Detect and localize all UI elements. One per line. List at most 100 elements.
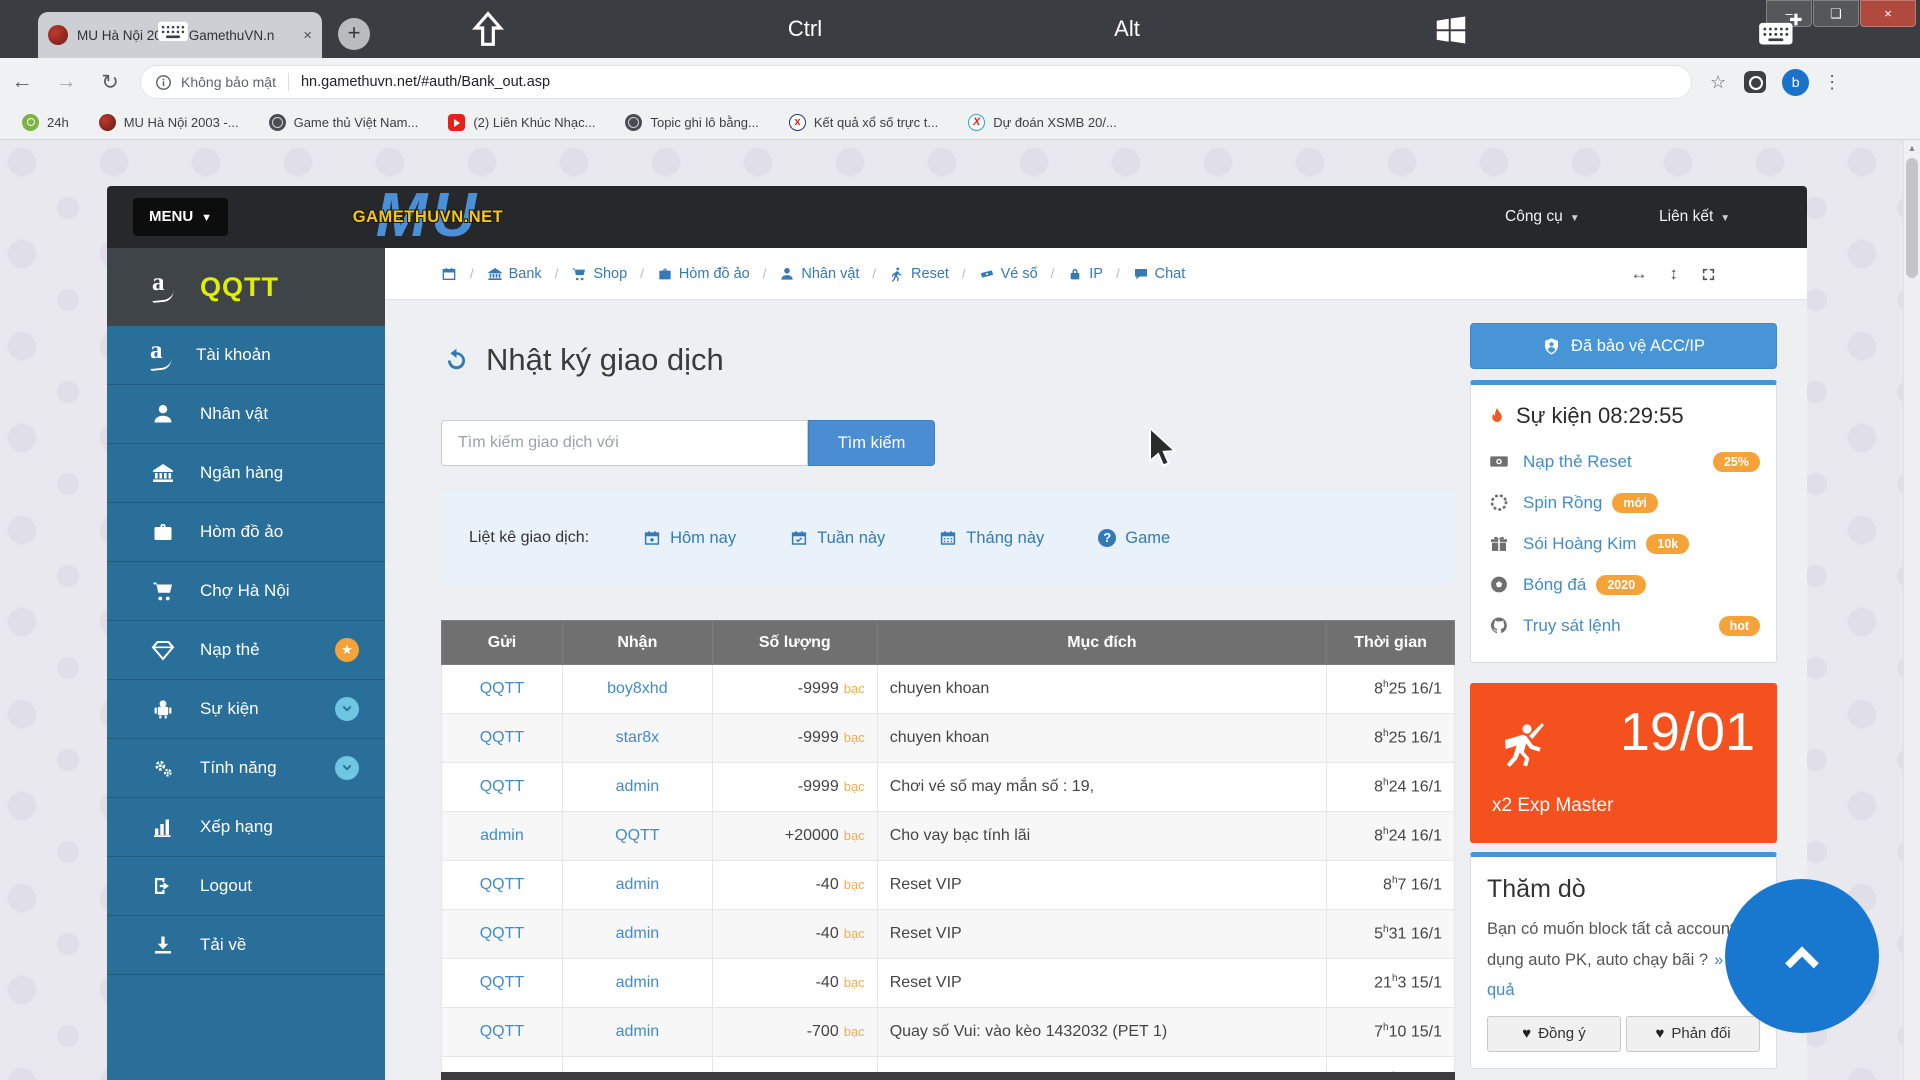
event-badge: 2020 xyxy=(1596,575,1646,595)
poll-disagree-button[interactable]: ♥Phản đối xyxy=(1626,1016,1760,1052)
sidebar-user: a QQTT xyxy=(107,248,385,326)
event-link[interactable]: Truy sát lệnh xyxy=(1523,616,1621,636)
bookmark-item[interactable]: MU Hà Nội 2003 -... xyxy=(99,114,239,131)
breadcrumb-hòm-đồ-ảo[interactable]: Hòm đồ ảo xyxy=(657,266,750,282)
receiver-link[interactable]: admin xyxy=(616,876,660,893)
breadcrumb-bank[interactable]: Bank xyxy=(487,266,542,282)
breadcrumb-vé-số[interactable]: Vé số xyxy=(979,266,1038,282)
heart-icon: ♥ xyxy=(1522,1025,1531,1042)
currency-unit: bạc xyxy=(844,779,865,794)
breadcrumb-reset[interactable]: Reset xyxy=(889,266,949,282)
sidebar-item-logout[interactable]: Logout xyxy=(107,857,385,916)
event-item: Truy sát lệnhhot xyxy=(1487,605,1760,646)
fav-clock-icon xyxy=(22,114,39,131)
browser-menu-icon[interactable]: ⋮ xyxy=(1823,72,1841,93)
sidebar-item-label: Nạp thẻ xyxy=(200,640,260,660)
protect-acc-ip-button[interactable]: Đã bảo vệ ACC/IP xyxy=(1470,323,1777,369)
search-input[interactable] xyxy=(441,420,808,466)
site-logo[interactable]: MU GAMETHUVN.NET xyxy=(333,186,523,248)
scroll-to-top-button[interactable] xyxy=(1725,879,1879,1033)
receiver-link[interactable]: admin xyxy=(616,778,660,795)
search-button[interactable]: Tìm kiếm xyxy=(808,420,935,466)
new-tab-button[interactable]: + xyxy=(338,18,370,50)
breadcrumb-nhân-vật[interactable]: Nhân vật xyxy=(779,266,859,282)
reload-button[interactable]: ↻ xyxy=(88,70,132,95)
arrows-vertical-icon[interactable]: ↕ xyxy=(1670,264,1679,284)
sender-link[interactable]: QQTT xyxy=(480,974,524,991)
bottom-dark-bar xyxy=(441,1072,1455,1080)
sidebar-item-nhân-vật[interactable]: Nhân vật xyxy=(107,385,385,444)
page-scrollbar[interactable]: ▲ xyxy=(1903,140,1920,1080)
sender-link[interactable]: admin xyxy=(480,827,524,844)
bookmark-item[interactable]: xKết quả xổ số trực t... xyxy=(789,114,938,131)
event-link[interactable]: Nạp thẻ Reset xyxy=(1523,452,1632,472)
amount-cell: +20000bạc xyxy=(712,812,877,861)
sidebar-item-ngân-hàng[interactable]: Ngân hàng xyxy=(107,444,385,503)
sidebar-item-sự-kiện[interactable]: Sự kiện xyxy=(107,680,385,739)
event-link[interactable]: Bóng đá xyxy=(1523,575,1586,595)
breadcrumb-ip[interactable]: IP xyxy=(1067,266,1103,282)
bookmark-item[interactable]: (2) Liên Khúc Nhạc... xyxy=(448,114,595,131)
receiver-link[interactable]: boy8xhd xyxy=(607,680,668,697)
arrows-horizontal-icon[interactable]: ↔ xyxy=(1631,264,1648,284)
filter-tuần-này[interactable]: Tuần này xyxy=(790,529,885,548)
breadcrumb-shop[interactable]: Shop xyxy=(571,266,627,282)
fullscreen-icon[interactable] xyxy=(1700,266,1717,283)
poll-agree-button[interactable]: ♥Đồng ý xyxy=(1487,1016,1621,1052)
receiver-link[interactable]: admin xyxy=(616,925,660,942)
maximize-button[interactable]: ❏ xyxy=(1813,0,1859,27)
breadcrumb-home[interactable] xyxy=(441,266,457,282)
spinner-icon xyxy=(1487,492,1511,513)
extension-icon[interactable] xyxy=(1744,71,1766,93)
briefcase-icon xyxy=(150,520,176,544)
promo-banner[interactable]: 19/01 x2 Exp Master xyxy=(1470,683,1777,843)
sender-link[interactable]: QQTT xyxy=(480,1023,524,1040)
address-bar[interactable]: Không bảo mật hn.gamethuvn.net/#auth/Ban… xyxy=(140,65,1692,99)
scrollbar-up-arrow[interactable]: ▲ xyxy=(1904,143,1920,153)
tab-close-icon[interactable]: × xyxy=(303,27,312,44)
breadcrumb-chat[interactable]: Chat xyxy=(1133,266,1186,282)
links-menu[interactable]: Liên kết▼ xyxy=(1659,186,1730,248)
breadcrumb-label: Vé số xyxy=(1001,266,1038,282)
receiver-link[interactable]: QQTT xyxy=(615,827,659,844)
bookmarks-bar: 24h MU Hà Nội 2003 -... Game thủ Việt Nam.… xyxy=(0,106,1920,140)
sidebar-item-xếp-hạng[interactable]: Xếp hạng xyxy=(107,798,385,857)
tools-menu[interactable]: Công cụ▼ xyxy=(1505,186,1580,248)
close-button[interactable]: × xyxy=(1860,0,1916,27)
bank-icon xyxy=(487,266,503,282)
scrollbar-thumb[interactable] xyxy=(1906,158,1918,278)
sidebar-item-chợ-hà-nội[interactable]: Chợ Hà Nội xyxy=(107,562,385,621)
filter-tháng-này[interactable]: Tháng này xyxy=(939,529,1044,548)
filter-game[interactable]: ?Game xyxy=(1098,529,1170,548)
menu-button[interactable]: MENU▼ xyxy=(133,198,228,236)
bookmark-item[interactable]: 24h xyxy=(22,114,69,131)
minimize-button[interactable]: – xyxy=(1766,0,1812,27)
sidebar-item-hòm-đồ-ảo[interactable]: Hòm đồ ảo xyxy=(107,503,385,562)
sender-link[interactable]: QQTT xyxy=(480,876,524,893)
event-link[interactable]: Sói Hoàng Kim xyxy=(1523,534,1636,554)
sender-link[interactable]: QQTT xyxy=(480,729,524,746)
sidebar-item-tải-về[interactable]: Tải về xyxy=(107,916,385,975)
receiver-link[interactable]: admin xyxy=(616,1023,660,1040)
refresh-icon[interactable] xyxy=(443,347,470,374)
sidebar-item-tài-khoản[interactable]: aTài khoản xyxy=(107,326,385,385)
receiver-link[interactable]: admin xyxy=(616,974,660,991)
forward-button[interactable]: → xyxy=(44,70,88,94)
back-button[interactable]: ← xyxy=(0,70,44,94)
profile-avatar[interactable]: b xyxy=(1782,69,1809,96)
sender-link[interactable]: QQTT xyxy=(480,680,524,697)
info-icon[interactable] xyxy=(155,74,172,91)
event-link[interactable]: Spin Rồng xyxy=(1523,493,1602,513)
bookmark-item[interactable]: XDự đoán XSMB 20/... xyxy=(968,114,1117,131)
filter-hôm-nay[interactable]: Hôm nay xyxy=(643,529,736,548)
bookmark-item[interactable]: Game thủ Việt Nam... xyxy=(269,114,419,131)
sidebar-item-nạp-thẻ[interactable]: Nạp thẻ★ xyxy=(107,621,385,680)
sender-link[interactable]: QQTT xyxy=(480,925,524,942)
sender-link[interactable]: QQTT xyxy=(480,778,524,795)
sidebar-item-tính-năng[interactable]: Tính năng xyxy=(107,739,385,798)
receiver-link[interactable]: star8x xyxy=(616,729,660,746)
chart-icon xyxy=(150,815,176,839)
gift-icon xyxy=(1487,533,1511,554)
bookmark-item[interactable]: Topic ghi lô bằng... xyxy=(625,114,758,131)
bookmark-star-icon[interactable]: ☆ xyxy=(1710,72,1726,93)
